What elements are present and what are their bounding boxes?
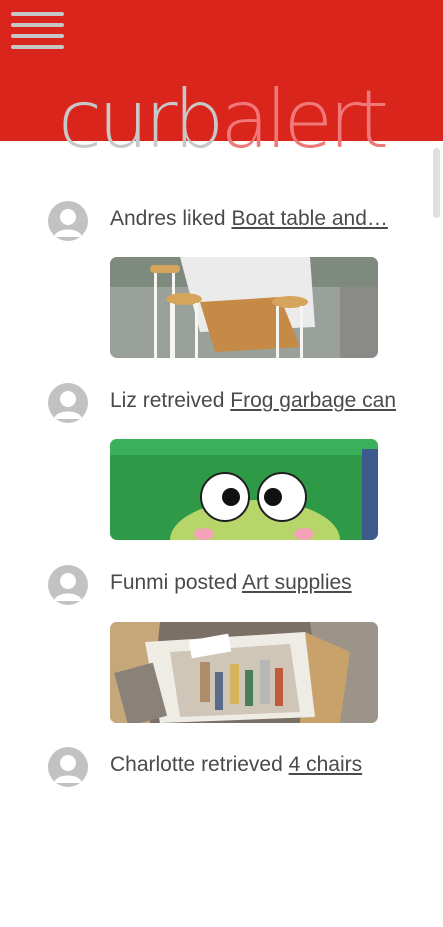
item-link[interactable]: Boat table and… — [231, 207, 387, 230]
activity-text: Liz retreived Frog garbage can — [110, 389, 397, 412]
avatar-placeholder-icon[interactable] — [48, 383, 88, 423]
app-logo: curbalert — [57, 73, 389, 166]
item-photo[interactable] — [110, 257, 378, 358]
activity-text: Charlotte retrieved 4 chairs — [110, 753, 363, 776]
hamburger-menu-icon[interactable] — [11, 12, 64, 49]
item-link[interactable]: 4 chairs — [289, 753, 363, 776]
feed-item: Andres liked Boat table and… — [0, 201, 443, 381]
avatar-placeholder-icon[interactable] — [48, 747, 88, 787]
activity-text: Funmi posted Art supplies — [110, 571, 352, 594]
avatar-placeholder-icon[interactable] — [48, 565, 88, 605]
feed-item: Charlotte retrieved 4 chairs — [0, 747, 443, 927]
avatar-placeholder-icon[interactable] — [48, 201, 88, 241]
activity-text: Andres liked Boat table and… — [110, 207, 388, 230]
item-photo[interactable] — [110, 622, 378, 723]
item-link[interactable]: Art supplies — [242, 571, 352, 594]
item-photo[interactable] — [110, 439, 378, 540]
feed-item: Funmi posted Art supplies — [0, 565, 443, 745]
item-link[interactable]: Frog garbage can — [230, 389, 396, 412]
feed-item: Liz retreived Frog garbage can — [0, 383, 443, 563]
